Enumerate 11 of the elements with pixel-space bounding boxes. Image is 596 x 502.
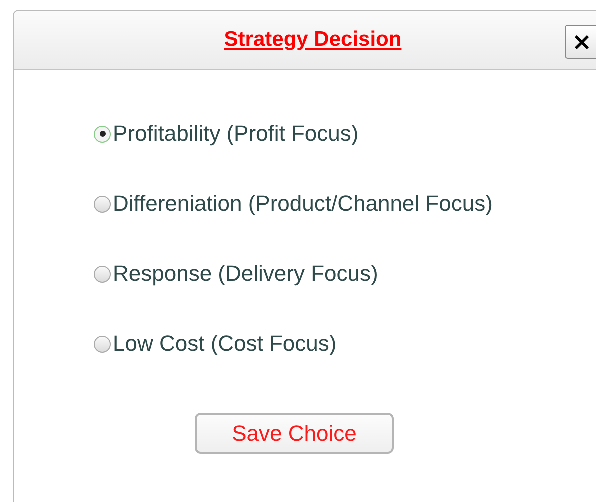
option-label[interactable]: Differeniation (Product/Channel Focus) xyxy=(113,191,493,217)
option-label[interactable]: Response (Delivery Focus) xyxy=(113,261,378,287)
radio-button[interactable] xyxy=(94,336,111,352)
close-button[interactable]: × xyxy=(565,25,596,59)
radio-button[interactable] xyxy=(94,126,111,142)
option-label[interactable]: Profitability (Profit Focus) xyxy=(113,121,359,147)
dialog-title: Strategy Decision xyxy=(224,28,402,52)
radio-button[interactable] xyxy=(94,266,111,282)
radio-button[interactable] xyxy=(94,196,111,212)
save-button[interactable]: Save Choice xyxy=(195,413,394,454)
option-label[interactable]: Low Cost (Cost Focus) xyxy=(113,331,337,357)
